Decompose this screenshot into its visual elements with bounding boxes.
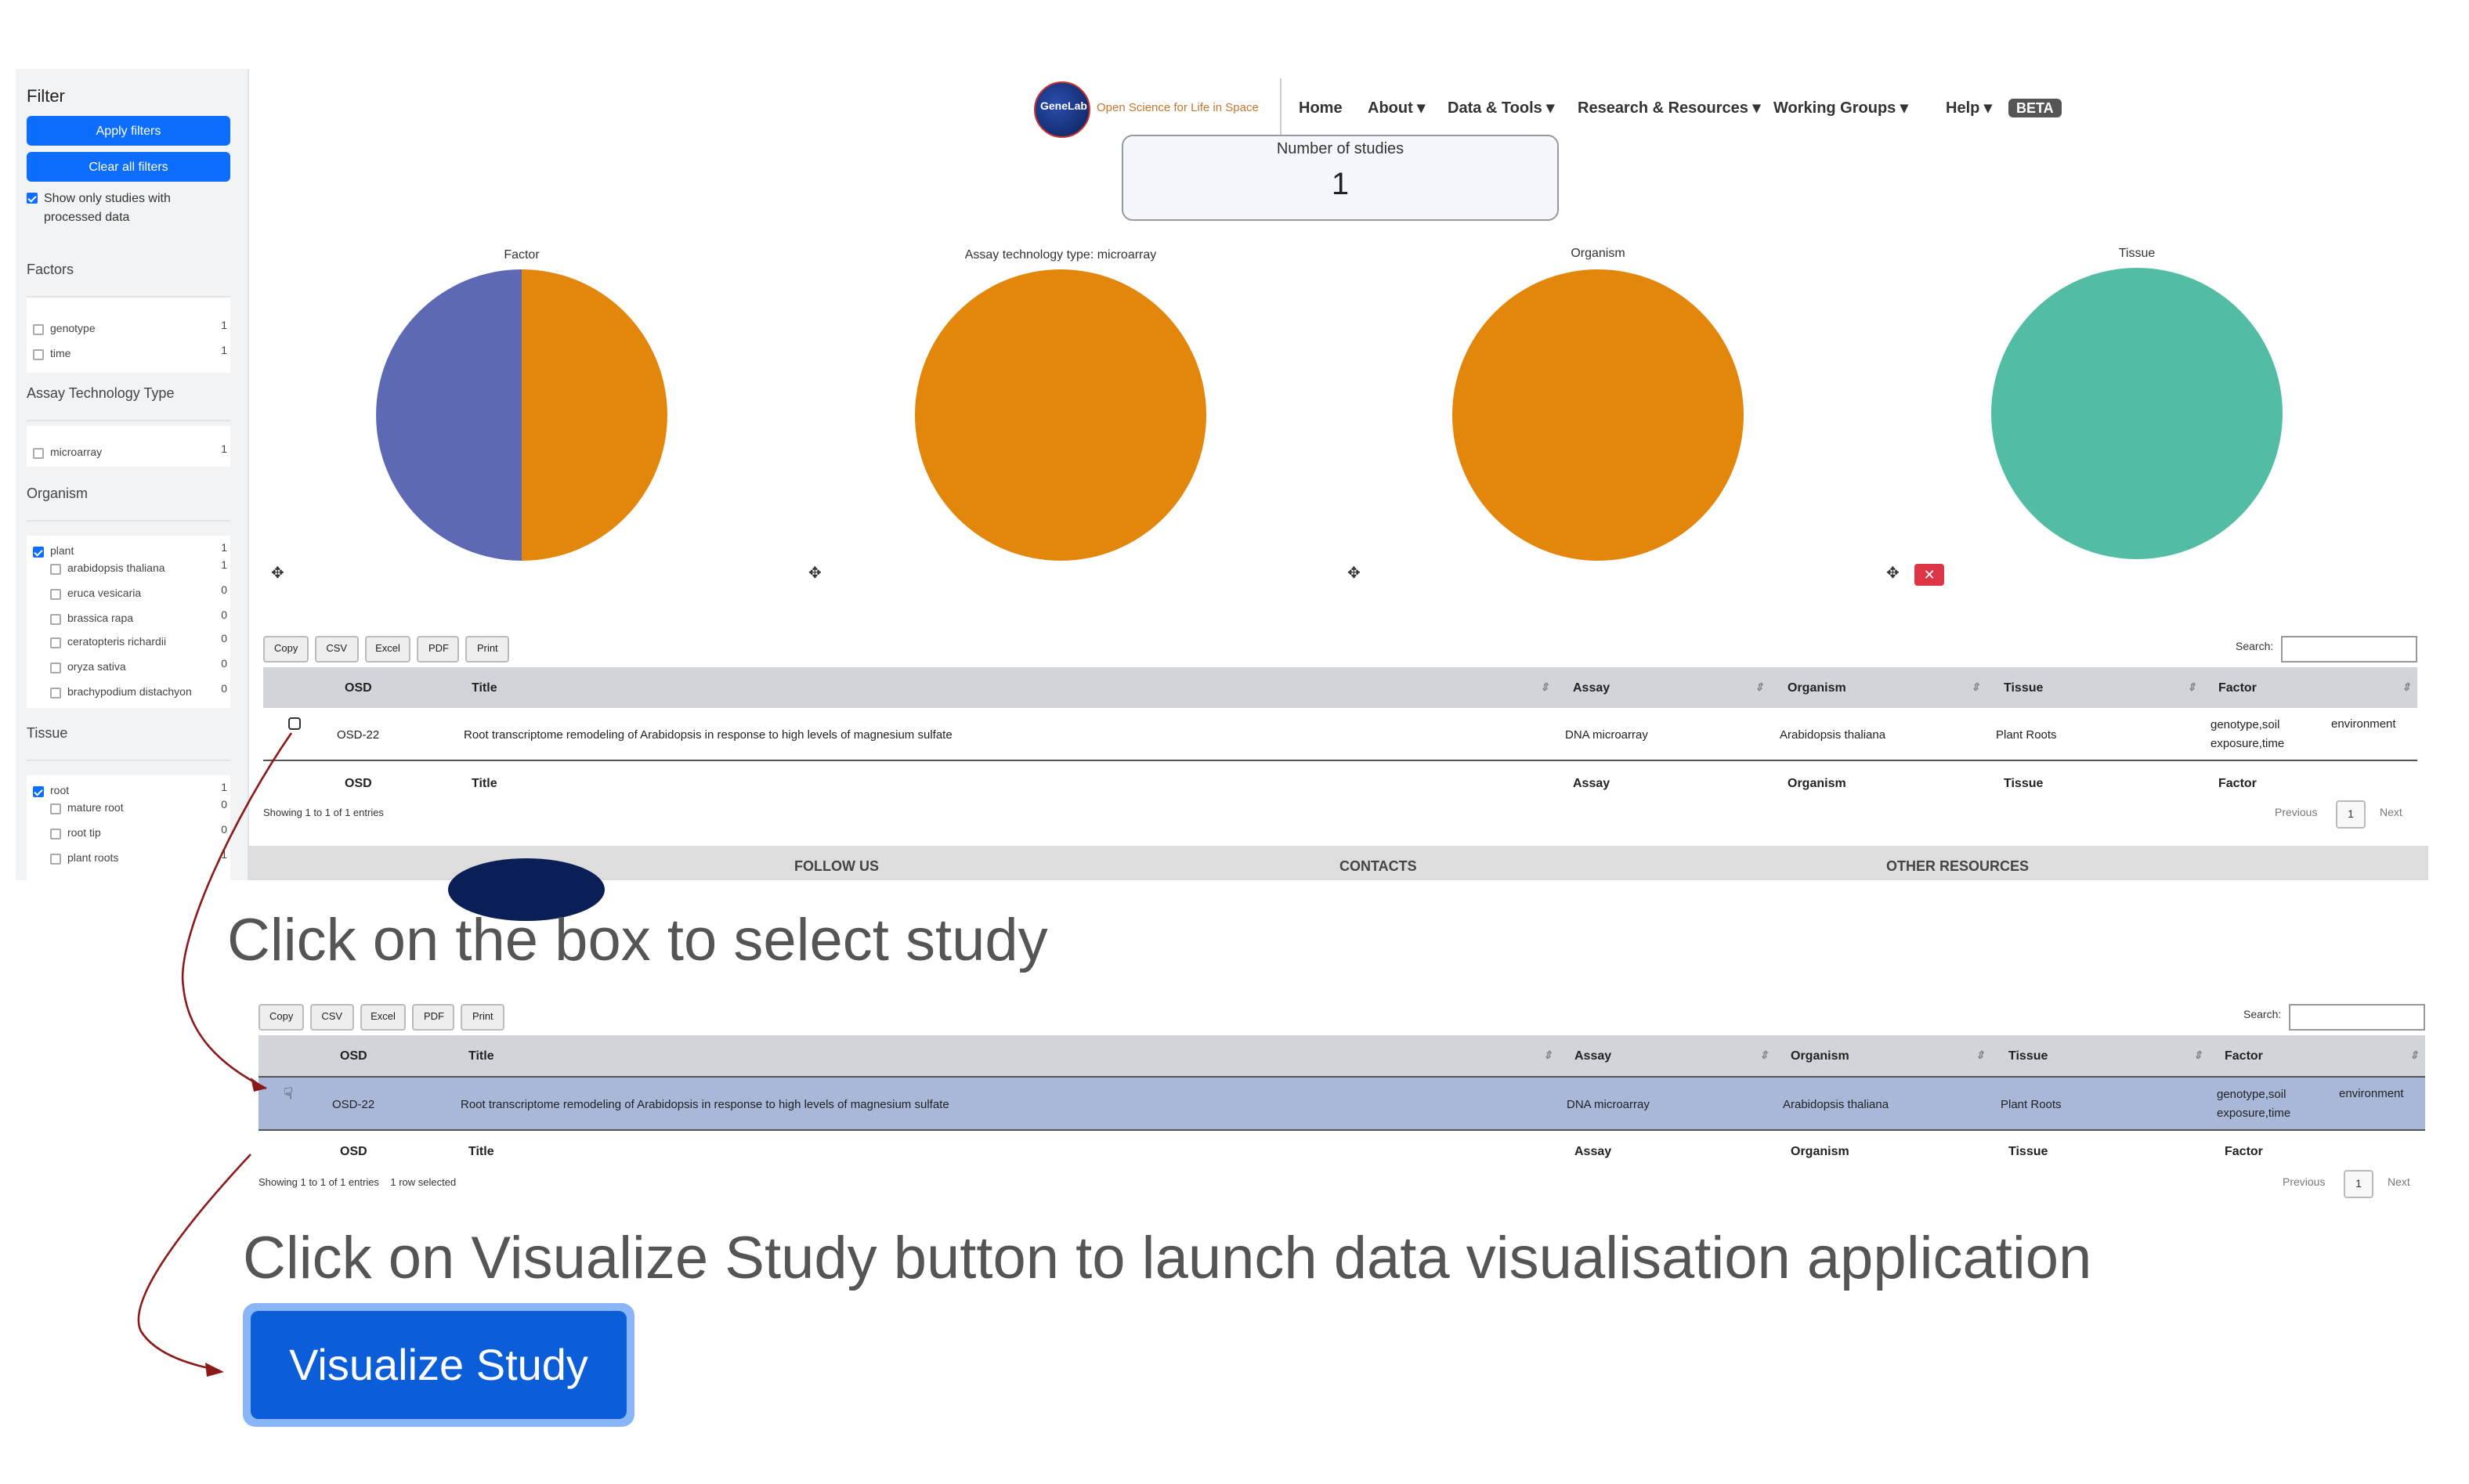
arrowhead: [251, 1078, 266, 1092]
arrow-to-selected-row: [181, 732, 293, 1090]
arrow-to-visualize-button: [137, 1154, 251, 1372]
annotation-arrows: [137, 732, 293, 1377]
arrowhead: [205, 1363, 224, 1377]
